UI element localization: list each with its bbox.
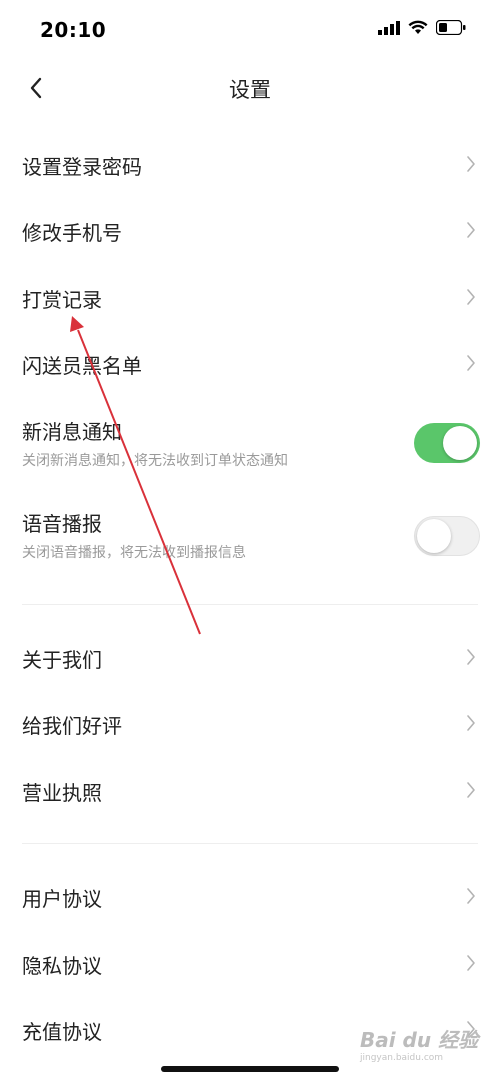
signal-icon xyxy=(378,20,400,35)
toggle-knob xyxy=(443,426,477,460)
voice-broadcast-toggle[interactable] xyxy=(414,516,480,556)
battery-icon xyxy=(436,20,466,35)
set-login-password-row[interactable]: 设置登录密码 xyxy=(0,131,500,197)
new-message-notify-row: 新消息通知 关闭新消息通知，将无法收到订单状态通知 xyxy=(0,404,500,484)
watermark: Bai du 经验 jingyan.baidu.com xyxy=(360,1024,490,1074)
home-indicator xyxy=(161,1066,339,1072)
row-subtitle: 关闭新消息通知，将无法收到订单状态通知 xyxy=(22,453,288,469)
business-license-row[interactable]: 营业执照 xyxy=(0,757,500,823)
new-message-notify-toggle[interactable] xyxy=(414,423,480,463)
divider xyxy=(22,843,478,844)
watermark-url: jingyan.baidu.com xyxy=(360,1053,444,1063)
row-label: 语音播报 xyxy=(22,512,102,536)
nav-bar: 设置 xyxy=(0,64,500,114)
row-subtitle: 关闭语音播报，将无法收到播报信息 xyxy=(22,545,246,561)
chevron-right-icon xyxy=(467,289,475,305)
row-label: 闪送员黑名单 xyxy=(22,354,142,378)
voice-broadcast-row: 语音播报 关闭语音播报，将无法收到播报信息 xyxy=(0,496,500,576)
row-label: 充值协议 xyxy=(22,1020,102,1044)
reward-records-row[interactable]: 打赏记录 xyxy=(0,264,500,330)
row-label: 用户协议 xyxy=(22,887,102,911)
watermark-brand: Bai du 经验 xyxy=(360,1028,479,1052)
privacy-agreement-row[interactable]: 隐私协议 xyxy=(0,930,500,996)
toggle-knob xyxy=(417,519,451,553)
change-phone-row[interactable]: 修改手机号 xyxy=(0,197,500,263)
wifi-icon xyxy=(408,20,428,34)
chevron-right-icon xyxy=(467,782,475,798)
chevron-right-icon xyxy=(467,355,475,371)
chevron-right-icon xyxy=(467,222,475,238)
chevron-right-icon xyxy=(467,156,475,172)
row-label: 关于我们 xyxy=(22,648,102,672)
row-label: 隐私协议 xyxy=(22,954,102,978)
chevron-right-icon xyxy=(467,649,475,665)
chevron-right-icon xyxy=(467,715,475,731)
divider xyxy=(22,604,478,605)
row-label: 修改手机号 xyxy=(22,221,122,245)
status-bar: 20:10 xyxy=(0,0,500,64)
status-time: 20:10 xyxy=(40,18,107,42)
page-title: 设置 xyxy=(229,78,271,102)
chevron-right-icon xyxy=(467,888,475,904)
row-label: 打赏记录 xyxy=(22,288,102,312)
user-agreement-row[interactable]: 用户协议 xyxy=(0,863,500,929)
row-label: 营业执照 xyxy=(22,781,102,805)
about-us-row[interactable]: 关于我们 xyxy=(0,624,500,690)
rate-us-row[interactable]: 给我们好评 xyxy=(0,690,500,756)
row-label: 新消息通知 xyxy=(22,420,122,444)
status-icons xyxy=(378,20,466,35)
courier-blacklist-row[interactable]: 闪送员黑名单 xyxy=(0,330,500,396)
row-label: 给我们好评 xyxy=(22,714,122,738)
chevron-right-icon xyxy=(467,955,475,971)
row-label: 设置登录密码 xyxy=(22,155,142,179)
